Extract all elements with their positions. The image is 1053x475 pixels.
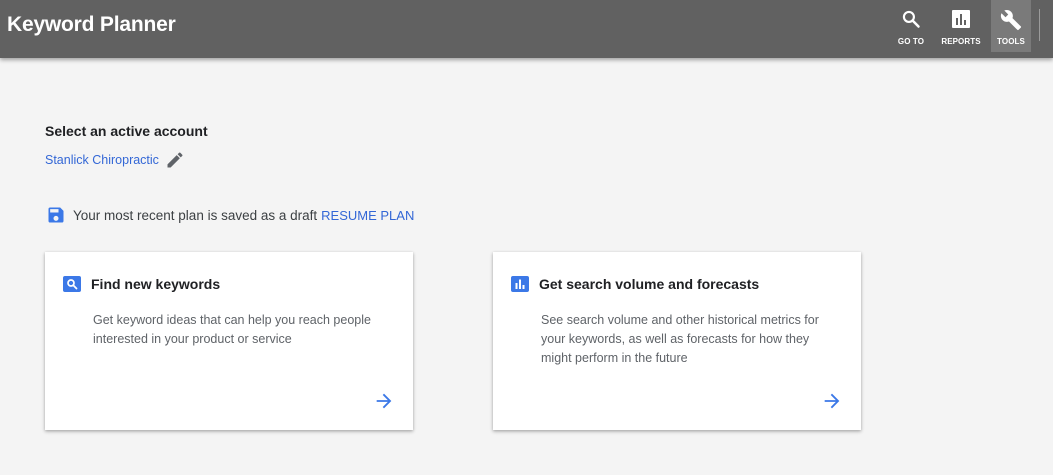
floppy-disk-icon (48, 207, 64, 223)
account-name-link[interactable]: Stanlick Chiropractic (45, 153, 159, 167)
card-title: Get search volume and forecasts (539, 276, 760, 292)
wrench-icon (1000, 10, 1022, 31)
search-icon (902, 10, 920, 28)
arrow-right-icon[interactable] (821, 390, 843, 412)
reports-icon (952, 10, 970, 28)
account-heading: Select an active account (45, 123, 208, 139)
card-title: Find new keywords (91, 276, 221, 292)
find-keywords-card[interactable]: Find new keywords Get keyword ideas that… (45, 252, 413, 430)
arrow-right-icon[interactable] (373, 390, 395, 412)
card-description: See search volume and other historical m… (541, 313, 819, 365)
magnifier-badge-icon (63, 276, 81, 292)
search-volume-forecasts-card[interactable]: Get search volume and forecasts See sear… (493, 252, 861, 430)
draft-message: Your most recent plan is saved as a draf… (73, 207, 318, 223)
card-header: Get search volume and forecasts (511, 276, 759, 292)
resume-plan-link[interactable]: RESUME PLAN (321, 208, 414, 223)
draft-notice: Your most recent plan is saved as a draf… (46, 205, 414, 225)
app-title: Keyword Planner (7, 13, 176, 36)
nav-goto-label: GO TO (897, 37, 925, 46)
nav-divider (1039, 9, 1040, 41)
bar-chart-badge-icon (511, 276, 529, 292)
account-selector: Stanlick Chiropractic (45, 150, 185, 170)
nav-tools-label: TOOLS (997, 37, 1025, 46)
nav-goto-button[interactable]: GO TO (893, 0, 929, 52)
nav-tools-button[interactable]: TOOLS (991, 0, 1031, 52)
card-description: Get keyword ideas that can help you reac… (93, 313, 371, 346)
nav-reports-button[interactable]: REPORTS (940, 0, 982, 52)
top-app-bar: Keyword Planner GO TO REPORTS TOOLS (0, 0, 1053, 58)
pencil-icon[interactable] (165, 150, 185, 170)
nav-reports-label: REPORTS (941, 37, 981, 46)
card-header: Find new keywords (63, 276, 220, 292)
